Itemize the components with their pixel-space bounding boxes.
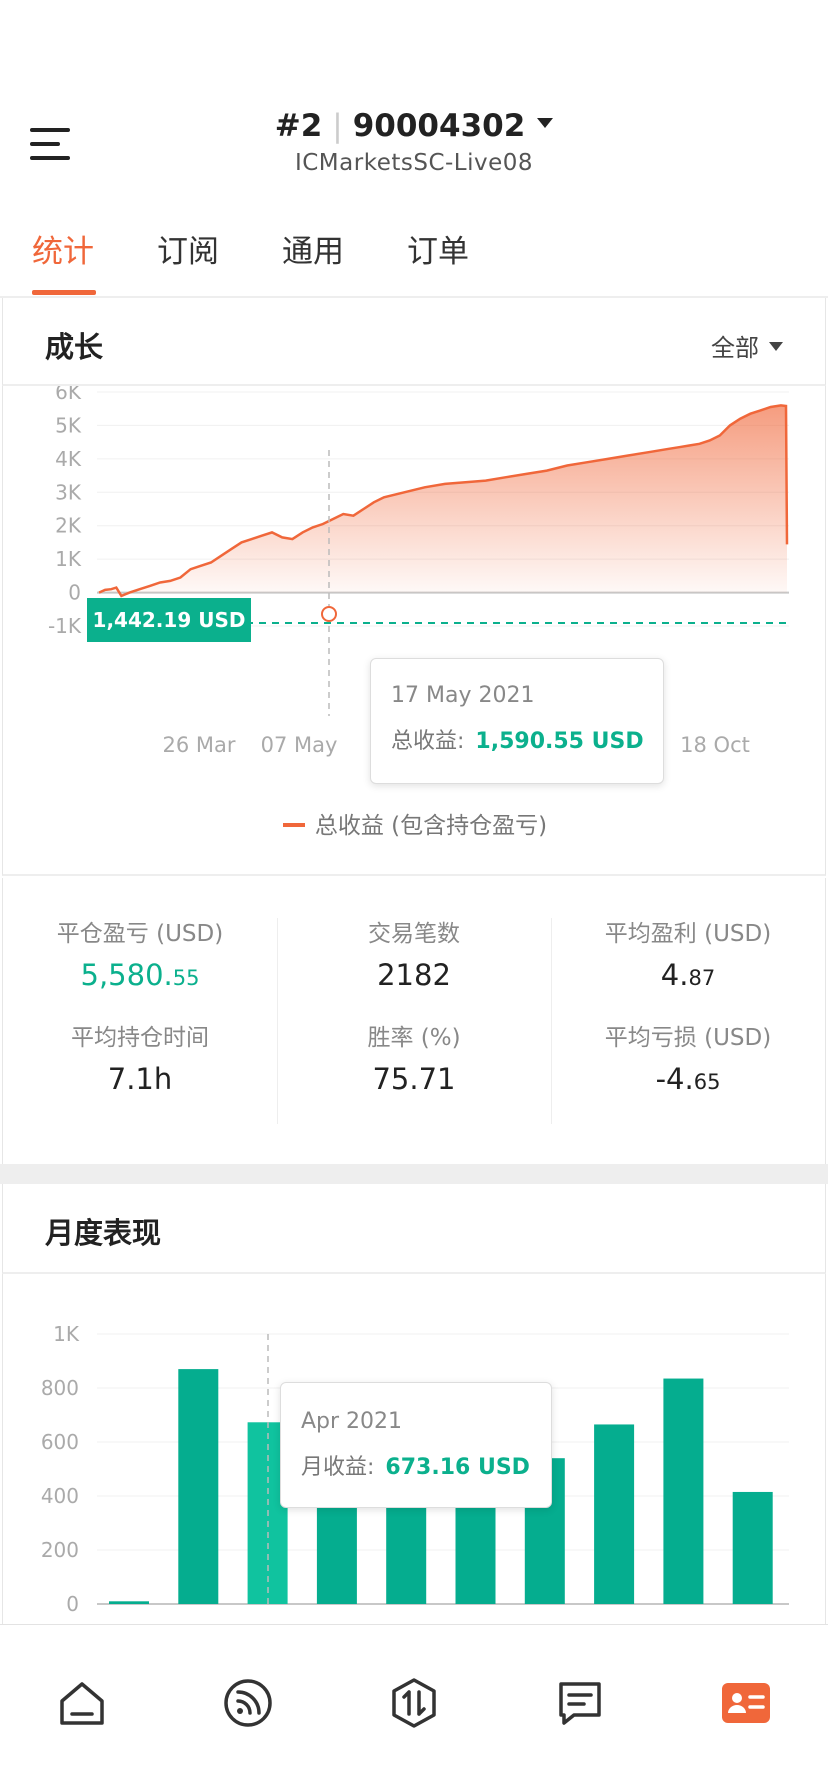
- chevron-down-icon: [537, 117, 554, 128]
- y-tick-label: 5K: [55, 413, 82, 437]
- account-selector[interactable]: #2 | 90004302: [0, 108, 828, 144]
- growth-header: 成长 全部: [2, 298, 826, 386]
- server-name: ICMarketsSC-Live08: [294, 150, 534, 176]
- y-tick-label: 1K: [55, 547, 82, 571]
- tooltip-value: 673.16 USD: [385, 1455, 530, 1480]
- x-tick-label: 07 May: [261, 733, 338, 757]
- tooltip-date: Apr 2021: [301, 1409, 403, 1434]
- monthly-tooltip: Apr 2021 月收益: 673.16 USD: [280, 1382, 552, 1508]
- monthly-bar[interactable]: [732, 1491, 773, 1604]
- monthly-header: 月度表现: [2, 1184, 826, 1274]
- stat-avg-profit: 平均盈利 (USD) 4.87: [551, 914, 825, 992]
- tab-subscribe[interactable]: 订阅: [157, 226, 219, 271]
- stat-value: 4.87: [660, 958, 716, 992]
- x-tick-label: 18 Oct: [680, 733, 750, 757]
- monthly-bar[interactable]: [386, 1498, 427, 1604]
- trade-icon[interactable]: [388, 1677, 440, 1729]
- stat-value: 7.1h: [107, 1062, 173, 1096]
- monthly-bar[interactable]: [316, 1496, 357, 1604]
- message-icon[interactable]: [554, 1677, 606, 1729]
- active-tab-indicator: [32, 290, 96, 295]
- crosshair-point: [321, 606, 337, 622]
- x-tick-label: 26 Mar: [162, 733, 235, 757]
- stat-win-rate: 胜率 (%) 75.71: [277, 1018, 551, 1096]
- monthly-bar[interactable]: [178, 1369, 219, 1604]
- y-tick-label: 600: [41, 1430, 79, 1454]
- growth-tooltip: 17 May 2021 总收益: 1,590.55 USD: [370, 658, 664, 784]
- feed-icon[interactable]: [222, 1677, 274, 1729]
- y-tick-label: 2K: [55, 514, 82, 538]
- stat-label: 平均持仓时间: [71, 1025, 209, 1051]
- y-tick-label: 200: [41, 1538, 79, 1562]
- profile-card-icon[interactable]: [720, 1677, 772, 1729]
- tooltip-label: 总收益:: [391, 729, 465, 754]
- y-tick-label: 4K: [55, 447, 82, 471]
- growth-title: 成长: [45, 330, 104, 364]
- stat-trade-count: 交易笔数 2182: [277, 914, 551, 992]
- y-tick-label: 800: [41, 1376, 79, 1400]
- home-icon[interactable]: [56, 1677, 108, 1729]
- current-value-label: 1,442.19 USD: [93, 608, 246, 632]
- y-tick-label: -1K: [48, 614, 82, 638]
- y-tick-label: 0: [68, 581, 81, 605]
- growth-area: [99, 405, 787, 596]
- monthly-bar[interactable]: [663, 1378, 704, 1604]
- legend-label: 总收益 (包含持仓盈亏): [314, 813, 548, 839]
- legend-swatch: [282, 822, 305, 827]
- stat-value: 2182: [377, 958, 451, 992]
- range-selector[interactable]: 全部: [711, 328, 783, 363]
- monthly-bar[interactable]: [109, 1601, 149, 1604]
- tab-statistics[interactable]: 统计: [32, 226, 94, 271]
- stats-grid: 平仓盈亏 (USD) 5,580.55 交易笔数 2182 平均盈利 (USD)…: [2, 878, 826, 1164]
- tooltip-value: 1,590.55 USD: [475, 729, 644, 754]
- tooltip-date: 17 May 2021: [391, 683, 535, 708]
- chevron-down-icon: [769, 341, 783, 351]
- monthly-title: 月度表现: [45, 1216, 162, 1250]
- account-id: 90004302: [352, 108, 526, 144]
- growth-chart-panel: 6K 5K 4K 3K 2K 1K 0 -1K 1,442.19 USD 26 Mar 07 M…: [2, 386, 826, 876]
- stat-value: 5,580.55: [80, 958, 200, 992]
- monthly-bar[interactable]: [455, 1501, 496, 1604]
- stat-label: 平仓盈亏 (USD): [56, 921, 224, 947]
- app-header: #2 | 90004302 ICMarketsSC-Live08: [0, 0, 828, 196]
- stat-label: 平均盈利 (USD): [604, 921, 772, 947]
- account-number: #2: [274, 108, 323, 144]
- stat-closed-pnl: 平仓盈亏 (USD) 5,580.55: [3, 914, 277, 992]
- tab-general[interactable]: 通用: [282, 226, 344, 271]
- bottom-nav: [0, 1624, 828, 1792]
- stat-label: 平均亏损 (USD): [604, 1025, 772, 1051]
- stat-label: 胜率 (%): [367, 1025, 461, 1051]
- range-label: 全部: [711, 334, 759, 362]
- stat-value: 75.71: [372, 1062, 456, 1096]
- y-tick-label: 0: [66, 1592, 79, 1616]
- y-tick-label: 3K: [55, 480, 82, 504]
- y-tick-label: 6K: [55, 386, 82, 404]
- stat-avg-loss: 平均亏损 (USD) -4.65: [551, 1018, 825, 1096]
- monthly-bar[interactable]: [594, 1424, 635, 1604]
- chart-legend: 总收益 (包含持仓盈亏): [3, 806, 827, 840]
- tooltip-label: 月收益:: [301, 1455, 375, 1480]
- section-gap: [0, 1164, 828, 1184]
- y-tick-label: 400: [41, 1484, 79, 1508]
- monthly-chart-panel: 1K 800 600 400 200 0 Apr 2021 月收益: 673.16 USD: [2, 1274, 826, 1624]
- tab-orders[interactable]: 订单: [407, 226, 469, 271]
- stat-value: -4.65: [655, 1062, 721, 1096]
- stat-avg-hold-time: 平均持仓时间 7.1h: [3, 1018, 277, 1096]
- y-tick-label: 1K: [53, 1322, 80, 1346]
- stat-label: 交易笔数: [368, 921, 460, 947]
- tab-bar: 统计 订阅 通用 订单: [0, 196, 828, 298]
